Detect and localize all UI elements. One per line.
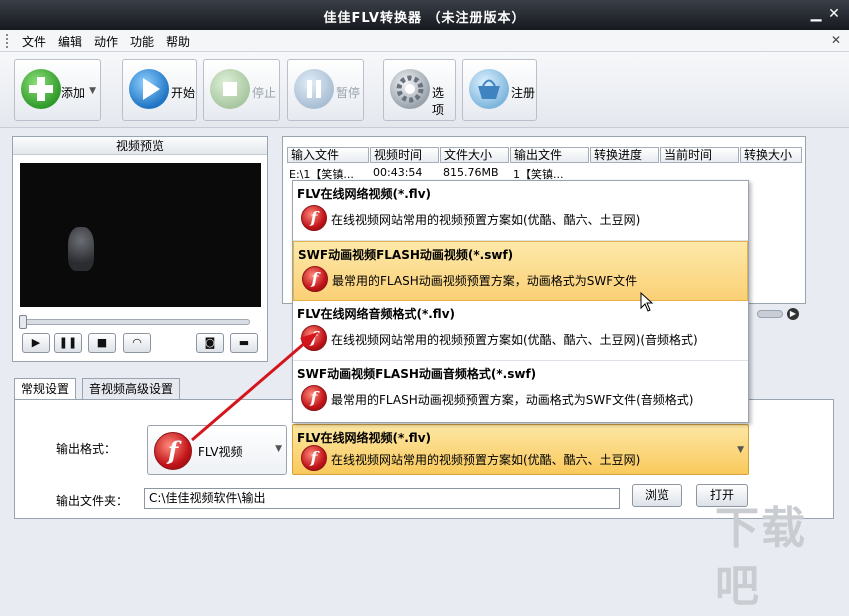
browse-button[interactable]: 浏览 <box>632 484 682 507</box>
menu-edit[interactable]: 编辑 <box>58 33 82 50</box>
scroll-thumb[interactable] <box>757 310 783 318</box>
table-hscrollbar[interactable]: ▶ <box>757 308 799 320</box>
pause-control-icon[interactable]: ❚❚ <box>54 333 82 353</box>
chevron-down-icon[interactable]: ▼ <box>89 86 96 96</box>
col-input-file[interactable]: 输入文件 <box>287 147 369 163</box>
title-bar: 佳佳FLV转换器 （未注册版本） ▁ ✕ <box>0 0 849 30</box>
close-button[interactable]: ✕ <box>826 6 842 22</box>
flash-icon: f <box>302 266 328 292</box>
pause-label: 暂停 <box>336 86 361 100</box>
pause-button[interactable]: 暂停 <box>287 59 364 121</box>
menu-function[interactable]: 功能 <box>130 33 154 50</box>
volume-control-icon[interactable]: ◠ <box>123 333 151 353</box>
start-button[interactable]: 开始 <box>122 59 197 121</box>
option-title: FLV在线网络音频格式(*.flv) <box>297 307 455 321</box>
preview-panel: 视频预览 ▶ ❚❚ ■ ◠ ◙ ▬ <box>12 136 268 362</box>
add-label: 添加 <box>61 86 86 100</box>
selected-preset-title: FLV在线网络视频(*.flv) <box>297 431 431 445</box>
output-folder-label: 输出文件夹： <box>56 494 129 508</box>
preview-title: 视频预览 <box>13 137 267 155</box>
menu-close-icon[interactable]: ✕ <box>831 33 841 47</box>
preset-option-swf-audio[interactable]: SWF动画视频FLASH动画音频格式(*.swf) f 最常用的FLASH动画视… <box>293 361 748 422</box>
window-title: 佳佳FLV转换器 （未注册版本） <box>323 11 526 26</box>
col-file-size[interactable]: 文件大小 <box>440 147 509 163</box>
minimize-button[interactable]: ▁ <box>808 6 824 22</box>
option-desc: 最常用的FLASH动画视频预置方案，动画格式为SWF文件 <box>332 274 638 288</box>
stop-control-icon[interactable]: ■ <box>88 333 116 353</box>
preset-option-swf-video[interactable]: SWF动画视频FLASH动画视频(*.swf) f 最常用的FLASH动画视频预… <box>293 241 748 301</box>
option-title: SWF动画视频FLASH动画音频格式(*.swf) <box>297 367 537 381</box>
menu-bar: 文件 编辑 动作 功能 帮助 ✕ <box>0 30 849 52</box>
menu-file[interactable]: 文件 <box>22 33 46 50</box>
gear-icon <box>390 69 430 109</box>
output-folder-input[interactable]: C:\佳佳视频软件\输出 <box>144 488 620 509</box>
format-preset-select[interactable]: FLV在线网络视频(*.flv) f 在线视频网站常用的视频预置方案如(优酷、酷… <box>292 424 749 475</box>
snapshot-icon[interactable]: ◙ <box>196 333 224 353</box>
option-desc: 在线视频网站常用的视频预置方案如(优酷、酷六、土豆网) <box>331 213 641 227</box>
cell-video-time: 00:43:54 <box>373 166 423 179</box>
chevron-down-icon: ▼ <box>275 444 282 454</box>
options-label: 选项 <box>432 86 445 117</box>
col-video-time[interactable]: 视频时间 <box>370 147 439 163</box>
chevron-down-icon: ▼ <box>737 445 744 455</box>
seek-slider[interactable] <box>19 315 250 329</box>
tab-advanced[interactable]: 音视频高级设置 <box>82 378 181 399</box>
start-label: 开始 <box>171 86 196 100</box>
mouse-cursor-icon <box>640 292 654 312</box>
selected-preset-desc: 在线视频网站常用的视频预置方案如(优酷、酷六、土豆网) <box>331 453 641 467</box>
col-current-time[interactable]: 当前时间 <box>660 147 739 163</box>
options-button[interactable]: 选项 <box>383 59 456 121</box>
video-figure <box>68 227 94 271</box>
menu-help[interactable]: 帮助 <box>166 33 190 50</box>
folder-icon[interactable]: ▬ <box>230 333 258 353</box>
add-button[interactable]: 添加 ▼ <box>14 59 101 121</box>
col-converted-size[interactable]: 转换大小 <box>740 147 802 163</box>
option-title: FLV在线网络视频(*.flv) <box>297 187 431 201</box>
seek-slider-knob[interactable] <box>19 315 27 329</box>
preset-option-flv-video[interactable]: FLV在线网络视频(*.flv) f 在线视频网站常用的视频预置方案如(优酷、酷… <box>293 181 748 241</box>
stop-label: 停止 <box>252 86 277 100</box>
col-output-file[interactable]: 输出文件 <box>510 147 589 163</box>
add-icon <box>21 69 61 109</box>
flash-icon: f <box>301 445 327 471</box>
format-preset-dropdown: FLV在线网络视频(*.flv) f 在线视频网站常用的视频预置方案如(优酷、酷… <box>292 180 749 423</box>
flash-icon: f <box>154 432 192 470</box>
play-icon <box>129 69 169 109</box>
cell-file-size: 815.76MB <box>443 166 499 179</box>
col-progress[interactable]: 转换进度 <box>590 147 659 163</box>
play-control-icon[interactable]: ▶ <box>22 333 50 353</box>
pause-icon <box>294 69 334 109</box>
format-category-value: FLV视频 <box>198 445 243 459</box>
option-desc: 在线视频网站常用的视频预置方案如(优酷、酷六、土豆网)(音频格式) <box>331 333 698 347</box>
stop-button[interactable]: 停止 <box>203 59 280 121</box>
register-button[interactable]: 注册 <box>462 59 537 121</box>
register-label: 注册 <box>511 86 536 100</box>
preset-option-flv-audio[interactable]: FLV在线网络音频格式(*.flv) f 在线视频网站常用的视频预置方案如(优酷… <box>293 301 748 361</box>
scroll-right-icon[interactable]: ▶ <box>787 308 799 320</box>
flash-icon: f <box>301 325 327 351</box>
option-desc: 最常用的FLASH动画视频预置方案，动画格式为SWF文件(音频格式) <box>331 393 694 407</box>
option-title: SWF动画视频FLASH动画视频(*.swf) <box>298 248 514 262</box>
tab-general[interactable]: 常规设置 <box>14 378 77 400</box>
basket-icon <box>469 69 509 109</box>
format-category-select[interactable]: f FLV视频 ▼ <box>147 425 287 475</box>
flash-icon: f <box>301 205 327 231</box>
video-preview <box>20 163 261 307</box>
menu-grip <box>6 34 10 48</box>
stop-icon <box>210 69 250 109</box>
flash-icon: f <box>301 385 327 411</box>
output-format-label: 输出格式： <box>56 442 117 456</box>
watermark-logo: 下载吧 <box>715 503 807 612</box>
toolbar: 添加 ▼ 开始 停止 暂停 选项 注册 <box>0 52 849 128</box>
menu-action[interactable]: 动作 <box>94 33 118 50</box>
